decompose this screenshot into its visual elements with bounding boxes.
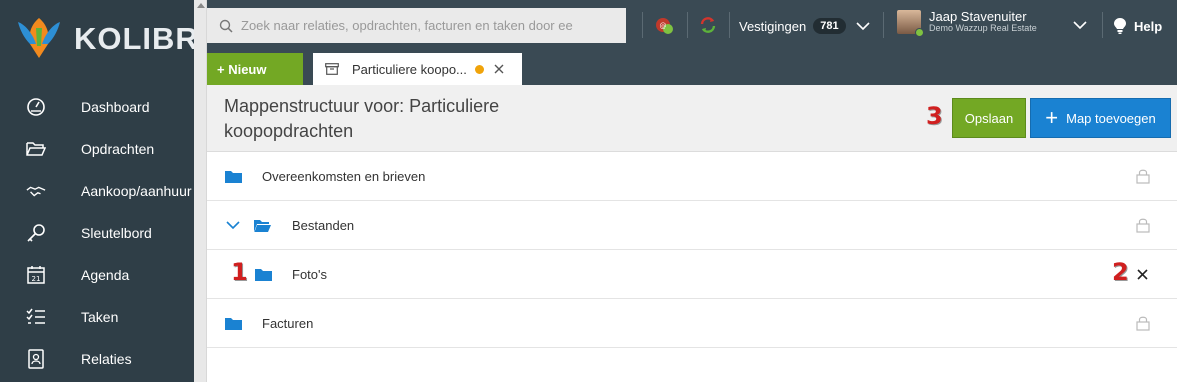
topbar-divider [687,12,688,38]
svg-text:21: 21 [32,275,41,283]
folder-open-icon [26,139,46,159]
annotation-marker-1: 1 [231,258,248,286]
search-icon [219,19,233,33]
sidebar-nav: Dashboard Opdrachten Aankoop/aanhuur Sle… [0,86,194,380]
sidebar-item-label: Agenda [81,267,130,283]
user-menu[interactable]: Jaap Stavenuiter Demo Wazzup Real Estate [897,9,1037,37]
sidebar-item-label: Opdrachten [81,141,155,157]
help-label: Help [1134,18,1163,34]
chevron-down-icon [856,21,870,30]
archive-icon [325,63,339,75]
tab-label: Particuliere koopo... [352,61,467,77]
contacts-icon [26,349,46,369]
chevron-down-icon[interactable] [226,220,240,230]
sidebar-item-taken[interactable]: Taken [0,296,194,338]
add-folder-label: Map toevoegen [1066,110,1156,126]
tasks-icon [26,307,46,327]
sidebar-item-agenda[interactable]: 21 Agenda [0,254,194,296]
annotation-marker-2: 2 [1112,258,1129,286]
sidebar-item-aankoop[interactable]: Aankoop/aanhuur [0,170,194,212]
new-button[interactable]: + Nieuw [207,53,303,85]
search-bar[interactable] [207,8,626,43]
sidebar-item-sleutelbord[interactable]: Sleutelbord [0,212,194,254]
page-title: Mappenstructuur voor: Particuliere koopo… [224,96,500,141]
topbar-divider [883,12,884,38]
topbar-divider [729,12,730,38]
topbar-divider [642,12,643,38]
unsaved-indicator-icon [474,64,484,74]
folder-icon [255,268,272,281]
sidebar-item-dashboard[interactable]: Dashboard [0,86,194,128]
annotation-marker-3: 3 [926,102,943,130]
vestigingen-selector[interactable]: Vestigingen 781 [739,0,870,52]
sidebar-item-label: Dashboard [81,99,150,115]
online-status-icon [915,28,924,37]
folder-icon [225,317,242,330]
tab-particuliere-koopopdrachten[interactable]: Particuliere koopo... [313,53,522,85]
sidebar-scrollbar[interactable] [194,0,207,382]
folder-row[interactable]: Overeenkomsten en brieven [207,152,1177,201]
delete-folder-icon[interactable] [1137,268,1148,280]
vestigingen-label: Vestigingen [739,18,807,34]
topbar-divider [1102,12,1103,38]
sidebar-item-label: Taken [81,309,119,325]
plus-icon: + [1045,105,1059,130]
avatar [897,10,924,37]
close-icon[interactable] [494,64,504,74]
folder-name[interactable]: Facturen [262,316,313,331]
main-content: Mappenstructuur voor: Particuliere koopo… [207,85,1177,382]
sidebar-item-opdrachten[interactable]: Opdrachten [0,128,194,170]
lock-icon [1136,218,1150,233]
sync-icon[interactable] [697,14,719,36]
sidebar-item-label: Aankoop/aanhuur [81,183,192,199]
folder-icon [225,170,242,183]
lightbulb-icon [1114,18,1126,34]
scroll-up-arrow-icon[interactable] [197,3,205,8]
notifications-icon[interactable]: @ [653,14,675,36]
calendar-icon: 21 [26,265,46,285]
page-header: Mappenstructuur voor: Particuliere koopo… [207,85,1177,152]
sidebar-item-label: Sleutelbord [81,225,152,241]
folder-open-icon [254,219,271,232]
search-input[interactable] [241,18,611,33]
folder-row[interactable]: Facturen [207,299,1177,348]
save-button[interactable]: Opslaan [952,98,1026,138]
vestigingen-count-badge: 781 [813,18,846,34]
folder-name[interactable]: Foto's [292,267,327,282]
folder-row-child[interactable]: 1 Foto's 2 [207,250,1177,299]
sidebar-item-relaties[interactable]: Relaties [0,338,194,380]
topbar: @ Vestigingen 781 Jaap Stavenuiter Demo … [207,0,1177,52]
tab-bar: + Nieuw Particuliere koopo... [207,52,1177,85]
folder-row-expanded[interactable]: Bestanden [207,201,1177,250]
svg-text:@: @ [660,22,667,30]
dashboard-icon [26,97,46,117]
sidebar-item-label: Relaties [81,351,132,367]
logo[interactable]: KOLIBRI [14,14,208,64]
key-icon [26,223,46,243]
help-button[interactable]: Help [1113,0,1162,52]
folder-name[interactable]: Overeenkomsten en brieven [262,169,425,184]
kolibri-logo-icon [18,18,60,58]
user-name: Jaap Stavenuiter [929,9,1027,25]
add-folder-button[interactable]: + Map toevoegen [1030,98,1171,138]
sidebar: KOLIBRI Dashboard Opdrachten Aankoop/aan… [0,0,207,382]
app-name: KOLIBRI [74,21,209,56]
lock-icon [1136,169,1150,184]
lock-icon [1136,316,1150,331]
handshake-icon [26,181,46,201]
user-menu-chevron-down-icon[interactable] [1073,21,1087,30]
folder-name[interactable]: Bestanden [292,218,354,233]
user-company: Demo Wazzup Real Estate [929,23,1037,34]
